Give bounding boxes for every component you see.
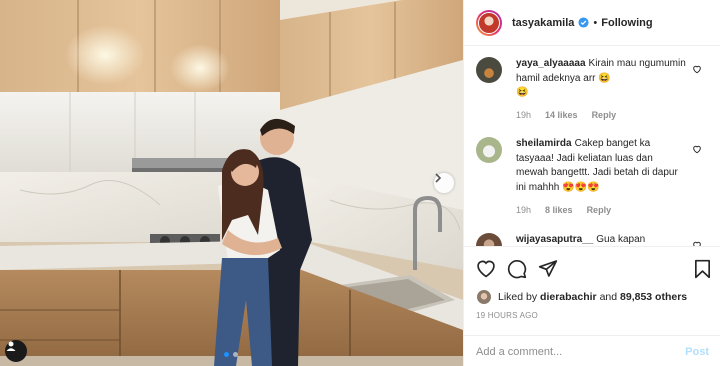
like-comment-heart-icon[interactable] [692, 61, 702, 79]
commenter-avatar[interactable] [476, 233, 502, 246]
post-header: tasyakamila • Following [464, 0, 720, 46]
comment-age: 19h [516, 205, 532, 215]
carousel-next-button[interactable] [434, 173, 454, 193]
like-comment-heart-icon[interactable] [692, 237, 702, 246]
grinning-squinting-face-icon: 😆 [516, 87, 529, 98]
liker-avatar[interactable] [476, 289, 492, 305]
likes-connector: and [599, 291, 618, 303]
header-separator: • [593, 16, 598, 29]
post-comment-button[interactable]: Post [685, 346, 709, 358]
smiling-face-with-heart-eyes-icon: 😍😍😍 [562, 181, 600, 193]
post-sidebar: tasyakamila • Following yaya_alyaaaaa Kir… [463, 0, 720, 366]
likes-prefix: Liked by [498, 291, 538, 303]
kitchen-photo [0, 0, 463, 366]
reply-button[interactable]: Reply [592, 110, 617, 120]
comment-content: Gua kapan [596, 234, 646, 245]
tagged-users-button[interactable] [5, 340, 27, 362]
commenter-username[interactable]: wijayasaputra__ [516, 234, 593, 245]
comment-text: wijayasaputra__ Gua kapan [516, 233, 686, 246]
user-icon [6, 341, 16, 351]
comment-age: 19h [516, 110, 532, 120]
comment-icon[interactable] [507, 259, 527, 284]
following-button[interactable]: Following [601, 17, 652, 29]
liker-username[interactable]: dierabachir [540, 291, 597, 303]
comment-likes[interactable]: 8 likes [545, 205, 573, 215]
likes-count[interactable]: 89,853 others [620, 291, 687, 303]
commenter-username[interactable]: sheilamirda [516, 138, 572, 149]
comment-form: Post [464, 335, 720, 366]
verified-badge-icon [578, 17, 589, 28]
commenter-avatar[interactable] [476, 57, 502, 83]
heart-icon[interactable] [476, 259, 496, 283]
post-actions: Liked by dierabachir and 89,853 others 1… [464, 246, 720, 366]
comment-text: yaya_alyaaaaa Kirain mau ngumumin hamil a… [516, 57, 686, 101]
carousel-dot [233, 352, 238, 357]
like-comment-heart-icon[interactable] [692, 141, 702, 159]
comments-list[interactable]: yaya_alyaaaaa Kirain mau ngumumin hamil a… [464, 47, 720, 246]
post-timestamp[interactable]: 19 HOURS AGO [476, 311, 538, 320]
author-username[interactable]: tasyakamila [512, 17, 574, 29]
share-icon[interactable] [538, 259, 558, 283]
comment-meta: 19h 14 likes Reply [516, 110, 616, 120]
action-icons [476, 259, 716, 279]
post-photo[interactable] [0, 0, 463, 366]
reply-button[interactable]: Reply [587, 205, 612, 215]
comment-likes[interactable]: 14 likes [545, 110, 578, 120]
comment-meta: 19h 8 likes Reply [516, 205, 611, 215]
likes-summary: Liked by dierabachir and 89,853 others [476, 289, 687, 305]
carousel-indicator [224, 352, 238, 357]
bookmark-icon[interactable] [694, 259, 711, 284]
comment-input[interactable] [476, 345, 686, 358]
commenter-username[interactable]: yaya_alyaaaaa [516, 58, 586, 69]
carousel-dot-active [224, 352, 229, 357]
grinning-squinting-face-icon: 😆 [598, 72, 611, 84]
chevron-right-icon [435, 173, 442, 183]
comment-text: sheilamirda Cakep banget ka tasyaaa! Jadi… [516, 137, 686, 195]
author-avatar[interactable] [476, 9, 502, 36]
commenter-avatar[interactable] [476, 137, 502, 163]
